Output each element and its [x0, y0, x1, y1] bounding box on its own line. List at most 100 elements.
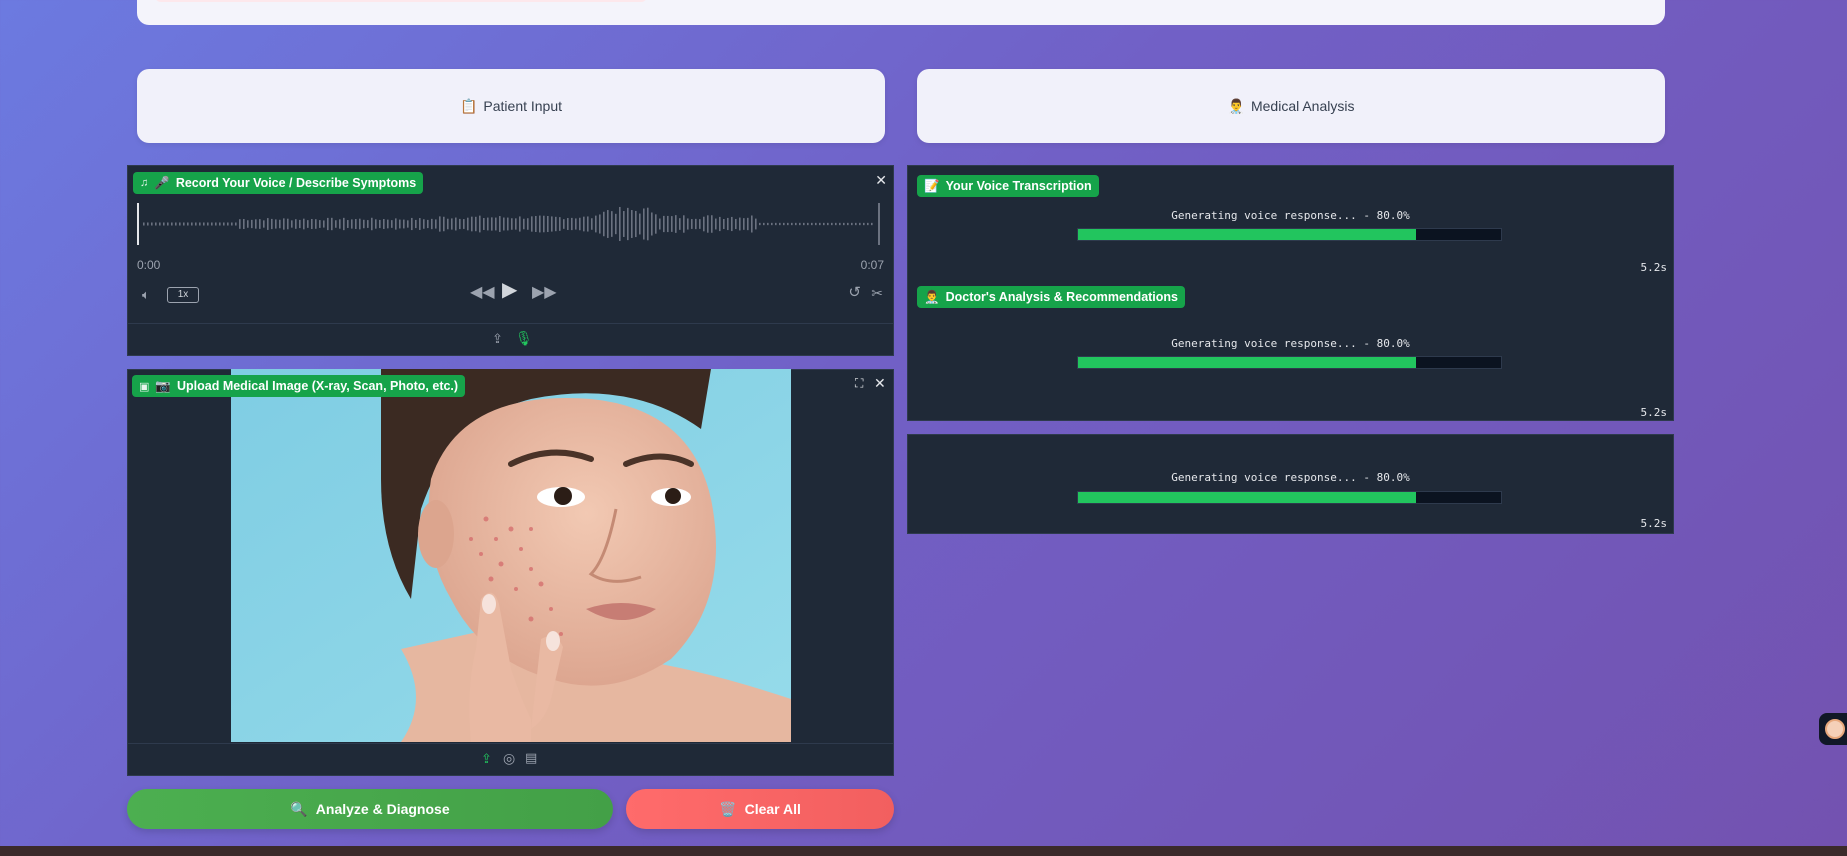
waveform-bar: [567, 218, 569, 230]
clear-all-button[interactable]: 🗑️ Clear All: [626, 789, 894, 829]
waveform-bar: [147, 222, 149, 226]
close-icon[interactable]: ✕: [874, 376, 886, 390]
waveform-bar: [651, 212, 653, 236]
waveform-bar: [623, 211, 625, 237]
analysis-label-text: Doctor's Analysis & Recommendations: [945, 290, 1179, 304]
voice-progress-fill: [1078, 492, 1417, 503]
waveform-bar: [627, 207, 629, 241]
divider: [128, 323, 893, 324]
waveform-bar: [867, 222, 869, 226]
waveform-bar: [595, 215, 597, 233]
waveform-bar: [575, 218, 577, 230]
upload-icon[interactable]: ⇪: [481, 752, 492, 766]
analysis-output-panel: 📝 Your Voice Transcription Generating vo…: [907, 165, 1674, 421]
waveform-bar: [267, 218, 269, 230]
waveform-bar: [227, 222, 229, 226]
waveform-bar: [187, 222, 189, 226]
waveform-bar: [743, 218, 745, 230]
upload-icon[interactable]: ⇪: [492, 332, 503, 346]
analysis-progress-fill: [1078, 357, 1417, 368]
waveform-bar: [471, 216, 473, 232]
waveform-bar: [279, 219, 281, 229]
waveform-bar: [415, 219, 417, 229]
image-icon: ▣: [139, 380, 150, 393]
floating-assistant-icon[interactable]: [1819, 713, 1847, 745]
trash-icon: 🗑️: [719, 800, 737, 817]
magnifier-icon: 🔍: [290, 800, 308, 817]
waveform-bar: [815, 222, 817, 226]
waveform-bar: [419, 218, 421, 230]
reset-icon[interactable]: ↺: [848, 285, 861, 300]
play-icon[interactable]: ▶: [502, 280, 517, 300]
analysis-label: 👨‍⚕️ Doctor's Analysis & Recommendations: [917, 286, 1186, 308]
waveform-bar: [483, 218, 485, 230]
waveform-bar: [611, 211, 613, 237]
webcam-icon[interactable]: ◎: [503, 751, 515, 765]
clear-button-label: Clear All: [744, 801, 801, 817]
waveform-bar: [563, 219, 565, 229]
waveform-bar: [747, 217, 749, 231]
waveform-bar: [731, 216, 733, 232]
waveform-bar: [175, 222, 177, 226]
waveform-bar: [711, 215, 713, 233]
analyze-diagnose-button[interactable]: 🔍 Analyze & Diagnose: [127, 789, 613, 829]
waveform-bar: [379, 219, 381, 229]
waveform-end-marker: [878, 203, 880, 245]
waveform-bar: [683, 215, 685, 233]
waveform-bar: [799, 222, 801, 226]
camera-emoji-icon: 📷: [155, 378, 171, 393]
waveform-bar: [791, 222, 793, 226]
playhead[interactable]: [137, 203, 139, 245]
waveform-bar: [439, 216, 441, 232]
voice-status: Generating voice response... - 80.0%: [1171, 471, 1410, 484]
waveform-bar: [803, 222, 805, 226]
patient-input-header: 📋 Patient Input: [137, 69, 885, 143]
volume-icon[interactable]: 🔈︎: [142, 288, 150, 302]
waveform-bar: [603, 211, 605, 237]
rewind-icon[interactable]: ◀◀: [470, 285, 495, 301]
waveform-bar: [195, 222, 197, 226]
waveform-bar: [615, 213, 617, 235]
waveform-bar: [723, 219, 725, 229]
waveform-bar: [403, 219, 405, 229]
waveform-bar: [163, 222, 165, 226]
waveform-bar: [215, 222, 217, 226]
waveform-bar: [203, 222, 205, 226]
waveform-bar: [835, 222, 837, 226]
top-card: [137, 0, 1665, 25]
waveform-bar: [179, 222, 181, 226]
waveform-bar: [587, 216, 589, 232]
microphone-icon[interactable]: 🎙︎: [515, 331, 533, 345]
waveform-bar: [491, 217, 493, 231]
transcription-label: 📝 Your Voice Transcription: [917, 175, 1099, 197]
waveform-bar: [291, 220, 293, 228]
uploaded-medical-image[interactable]: [231, 369, 791, 742]
clipboard-paste-icon[interactable]: ▤: [525, 751, 537, 765]
analysis-status: Generating voice response... - 80.0%: [1171, 337, 1410, 350]
waveform-bar: [355, 219, 357, 229]
waveform-bar: [687, 218, 689, 230]
waveform-bar: [703, 216, 705, 232]
audio-waveform[interactable]: [137, 203, 880, 245]
waveform-bar: [427, 219, 429, 229]
waveform-bar: [599, 214, 601, 234]
waveform-bar: [511, 218, 513, 230]
waveform-bar: [663, 215, 665, 233]
waveform-bar: [531, 216, 533, 232]
waveform-bar: [151, 222, 153, 226]
patient-input-title: Patient Input: [483, 98, 563, 114]
waveform-bar: [547, 215, 549, 233]
waveform-bar: [503, 217, 505, 231]
playback-speed-button[interactable]: 1x: [167, 287, 199, 303]
fullscreen-icon[interactable]: ⛶: [855, 376, 863, 390]
close-icon[interactable]: ✕: [875, 173, 887, 187]
memo-icon: 📝: [924, 178, 940, 193]
transcription-label-text: Your Voice Transcription: [945, 179, 1092, 193]
waveform-bar: [467, 217, 469, 231]
fast-forward-icon[interactable]: ▶▶: [532, 285, 557, 301]
trim-icon[interactable]: ✂: [871, 286, 883, 300]
waveform-bar: [759, 222, 761, 226]
waveform-bar: [775, 222, 777, 226]
divider: [128, 743, 893, 744]
waveform-bar: [619, 206, 621, 242]
